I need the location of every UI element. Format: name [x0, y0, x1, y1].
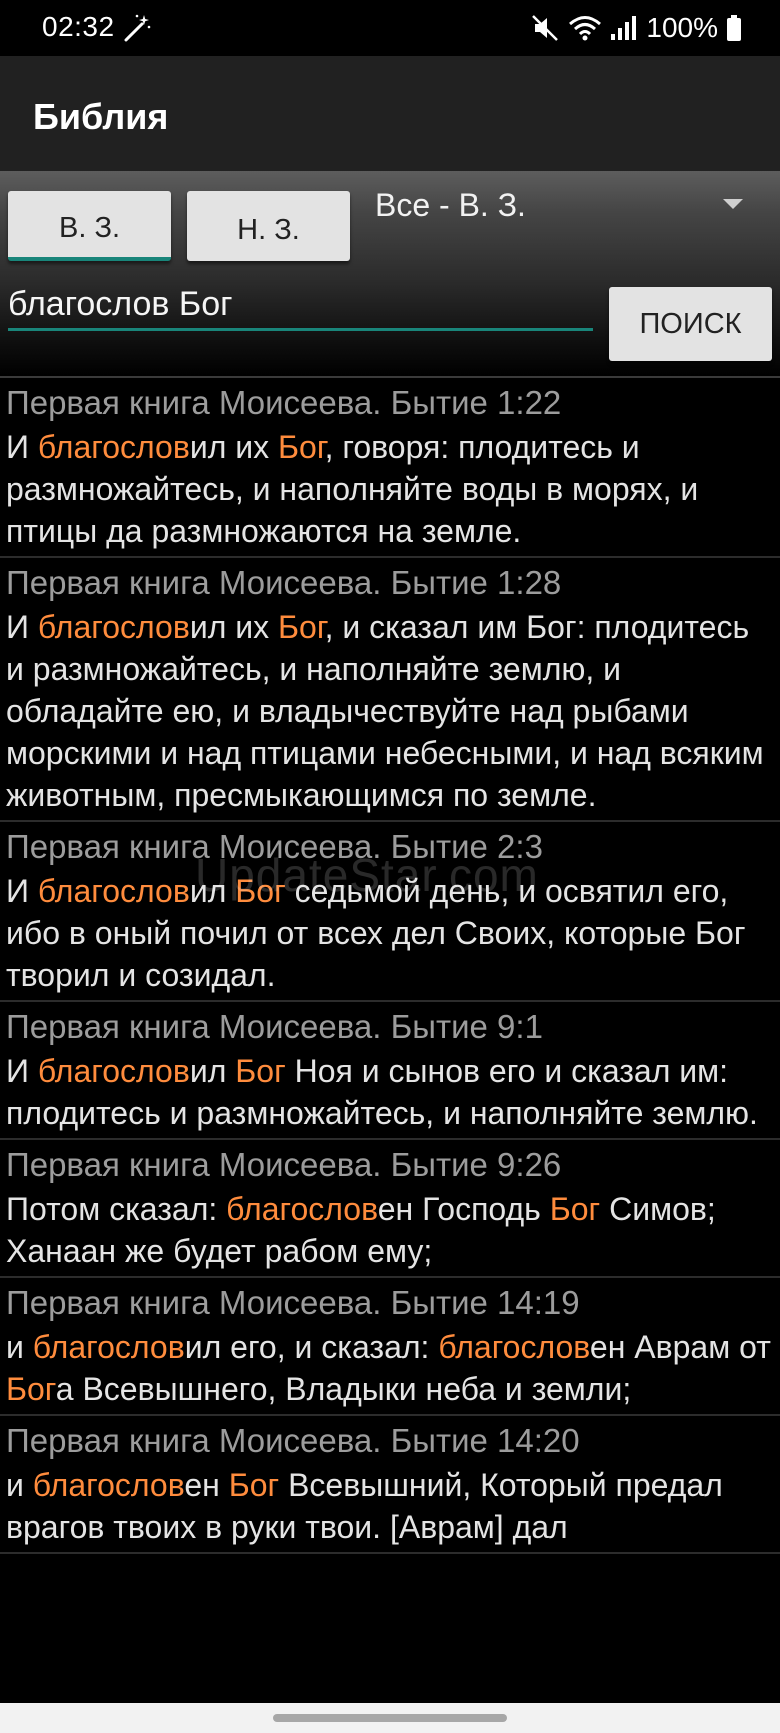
result-item[interactable]: Первая книга Моисеева. Бытие 2:3 И благос… — [0, 822, 780, 1002]
result-item[interactable]: Первая книга Моисеева. Бытие 9:1 И благос… — [0, 1002, 780, 1140]
dropdown-arrow-icon — [723, 199, 743, 209]
highlighted-match: благослов — [37, 609, 190, 645]
result-item[interactable]: Первая книга Моисеева. Бытие 14:20 и благ… — [0, 1416, 780, 1554]
verse-text-segment: Потом сказал: — [6, 1191, 227, 1227]
highlighted-match: Бог — [549, 1191, 601, 1227]
highlighted-match: Бог — [278, 429, 325, 465]
highlighted-match: благослов — [438, 1329, 590, 1365]
verse-reference: Первая книга Моисеева. Бытие 1:22 — [6, 384, 562, 421]
verse-text: и благословил его, и сказал: благословен… — [6, 1326, 774, 1410]
new-testament-button[interactable]: Н. З. — [187, 191, 350, 261]
verse-text: И благословил Бог Ноя и сынов его и сказ… — [6, 1050, 774, 1134]
highlighted-match: Бог — [278, 609, 325, 645]
result-item[interactable]: Первая книга Моисеева. Бытие 9:26 Потом с… — [0, 1140, 780, 1278]
highlighted-match: Бог — [235, 873, 286, 909]
highlighted-match: Бог — [235, 1053, 286, 1089]
search-results-list[interactable]: Первая книга Моисеева. Бытие 1:22 И благо… — [0, 376, 780, 1705]
verse-text-segment: ен Аврам от — [589, 1329, 771, 1365]
magic-wand-icon — [124, 14, 151, 42]
verse-text: и благословен Бог Всевышний, Который пре… — [6, 1464, 774, 1548]
highlighted-match: благослов — [32, 1329, 185, 1365]
wifi-icon — [569, 16, 602, 41]
old-testament-button[interactable]: В. З. — [8, 191, 171, 261]
search-button[interactable]: ПОИСК — [609, 287, 772, 361]
app-bar: Библия — [0, 56, 780, 171]
verse-text-segment: ил — [189, 1053, 236, 1089]
signal-icon — [611, 16, 637, 40]
gesture-handle[interactable] — [273, 1714, 507, 1722]
verse-text-segment: И — [6, 873, 38, 909]
verse-reference: Первая книга Моисеева. Бытие 14:20 — [6, 1422, 580, 1459]
verse-reference: Первая книга Моисеева. Бытие 9:26 — [6, 1146, 562, 1183]
verse-text-segment: ил его, и сказал: — [184, 1329, 439, 1365]
verse-reference: Первая книга Моисеева. Бытие 1:28 — [6, 564, 562, 601]
highlighted-match: Бог — [228, 1467, 280, 1503]
battery-icon — [727, 15, 741, 41]
result-item[interactable]: Первая книга Моисеева. Бытие 14:19 и благ… — [0, 1278, 780, 1416]
status-icons: 100% — [530, 10, 742, 46]
highlighted-match: благослов — [37, 1053, 190, 1089]
book-filter-value: Все - В. З. — [375, 187, 526, 223]
verse-text-segment: ен — [184, 1467, 229, 1503]
highlighted-match: благослов — [32, 1467, 185, 1503]
highlighted-match: благослов — [226, 1191, 378, 1227]
highlighted-match: благослов — [37, 873, 190, 909]
highlighted-match: благослов — [37, 429, 190, 465]
search-input[interactable] — [8, 281, 593, 331]
verse-text-segment: а Всевышнего, Владыки неба и земли; — [55, 1371, 632, 1407]
result-item[interactable]: Первая книга Моисеева. Бытие 1:22 И благо… — [0, 378, 780, 558]
verse-text: Потом сказал: благословен Господь Бог Си… — [6, 1188, 774, 1272]
verse-text-segment: И — [6, 1053, 38, 1089]
verse-text-segment: ен Господь — [377, 1191, 550, 1227]
verse-text-segment: и — [6, 1329, 33, 1365]
status-time: 02:32 — [42, 11, 115, 42]
app-title: Библия — [33, 96, 169, 137]
verse-text: И благословил их Бог, и сказал им Бог: п… — [6, 606, 774, 816]
verse-text-segment: ил их — [189, 609, 279, 645]
verse-reference: Первая книга Моисеева. Бытие 2:3 — [6, 828, 543, 865]
status-bar: 02:32 100% — [0, 0, 780, 56]
verse-text-segment: И — [6, 609, 38, 645]
verse-text-segment: и — [6, 1467, 33, 1503]
mute-icon — [532, 15, 559, 41]
book-filter-select[interactable]: Все - В. З. — [375, 179, 755, 239]
verse-text-segment: ил — [189, 873, 236, 909]
verse-text-segment: И — [6, 429, 38, 465]
verse-reference: Первая книга Моисеева. Бытие 9:1 — [6, 1008, 543, 1045]
navigation-bar — [0, 1703, 780, 1733]
verse-text: И благословил их Бог, говоря: плодитесь … — [6, 426, 774, 552]
battery-percent: 100% — [646, 12, 718, 43]
result-item[interactable]: Первая книга Моисеева. Бытие 1:28 И благо… — [0, 558, 780, 822]
highlighted-match: Бог — [6, 1371, 56, 1407]
verse-reference: Первая книга Моисеева. Бытие 14:19 — [6, 1284, 580, 1321]
verse-text-segment: ил их — [189, 429, 279, 465]
search-controls: В. З. Н. З. Все - В. З. ПОИСК — [0, 171, 780, 376]
verse-text: И благословил Бог седьмой день, и освяти… — [6, 870, 774, 996]
